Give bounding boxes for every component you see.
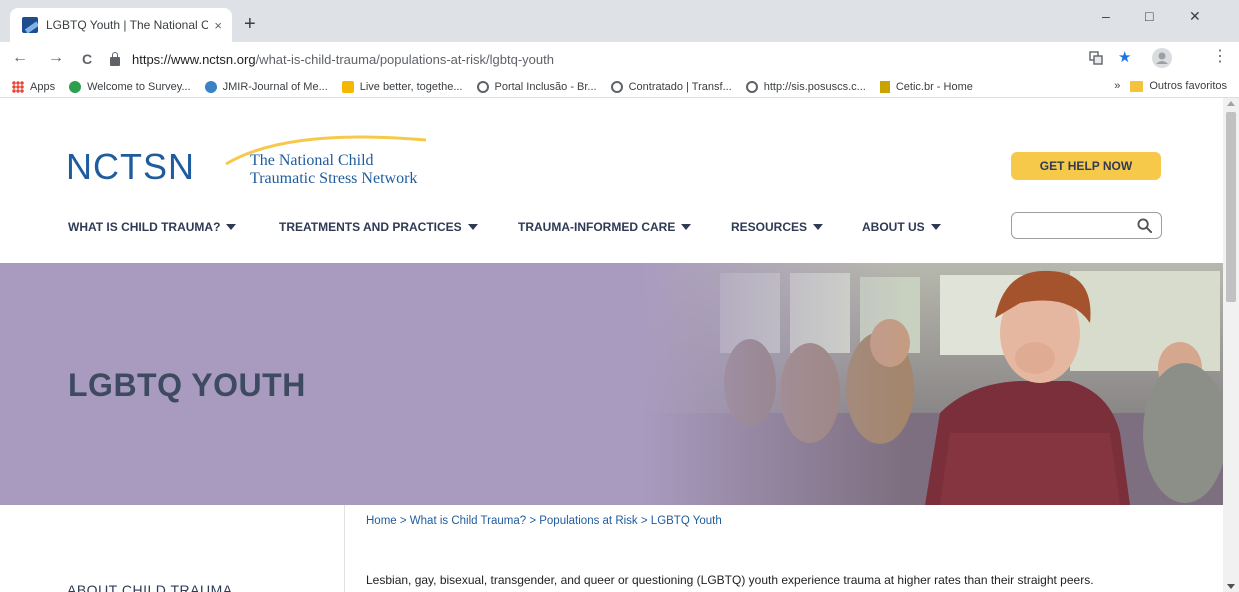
breadcrumb-populations-at-risk[interactable]: Populations at Risk [539,515,637,527]
profile-avatar[interactable] [1152,48,1172,70]
tab-close-icon[interactable]: × [214,18,222,33]
new-tab-button[interactable]: + [244,14,256,34]
nctsn-favicon-icon [22,17,38,33]
nav-about-us[interactable]: ABOUT US [862,220,941,234]
intro-paragraph: Lesbian, gay, bisexual, transgender, and… [366,573,1094,587]
globe-icon [745,80,758,93]
nav-label: TRAUMA-INFORMED CARE [518,220,676,234]
url-text: https://www.nctsn.org/what-is-child-trau… [132,52,554,67]
bookmark-label: Apps [30,80,56,93]
lock-icon [110,51,120,66]
breadcrumb-what-is-child-trauma[interactable]: What is Child Trauma? [410,515,526,527]
breadcrumb-separator: > [637,515,651,527]
bookmark-label: Live better, togethe... [359,80,463,93]
page-title: LGBTQ YOUTH [68,367,306,403]
hero-banner: LGBTQ YOUTH [0,263,1223,505]
globe-icon [476,80,489,93]
bookmark-survey[interactable]: Welcome to Survey... [69,80,191,93]
scroll-down-icon[interactable] [1227,584,1235,589]
bookmark-contratado[interactable]: Contratado | Transf... [610,80,732,93]
nav-label: RESOURCES [731,220,808,234]
breadcrumb-separator: > [526,515,540,527]
breadcrumb-separator: > [396,515,410,527]
scrollbar-thumb[interactable] [1226,112,1236,302]
translate-icon[interactable] [1089,51,1103,67]
logo-tagline: The National Child Traumatic Stress Netw… [250,152,417,188]
site-search [1011,212,1162,239]
bookmark-star-icon[interactable]: ★ [1118,50,1131,65]
bookmark-label: Welcome to Survey... [87,80,191,93]
logo-tagline-line2: Traumatic Stress Network [250,170,418,187]
bookmark-cetic[interactable]: Cetic.br - Home [879,80,973,93]
bookmark-icon [341,80,354,93]
bookmark-sis-posuscs[interactable]: http://sis.posuscs.c... [745,80,866,93]
nav-resources[interactable]: RESOURCES [731,220,824,234]
cetic-icon [879,80,890,93]
url-path: /what-is-child-trauma/populations-at-ris… [255,51,554,67]
nav-label: ABOUT US [862,220,925,234]
breadcrumb-current: LGBTQ Youth [650,515,722,527]
bookmark-label: JMIR-Journal of Me... [222,80,328,93]
search-input[interactable] [1012,213,1132,238]
scroll-up-icon[interactable] [1227,101,1235,106]
bookmark-label: Contratado | Transf... [628,80,732,93]
nav-label: TREATMENTS AND PRACTICES [279,220,462,234]
get-help-now-button[interactable]: GET HELP NOW [1011,152,1161,180]
nctsn-logo[interactable]: NCTSN The National Child Traumatic Stres… [66,135,446,198]
caret-down-icon [467,224,478,230]
web-page: NCTSN The National Child Traumatic Stres… [0,98,1223,592]
back-button[interactable]: ← [12,50,28,66]
nav-treatments-and-practices[interactable]: TREATMENTS AND PRACTICES [279,220,478,234]
other-bookmarks-folder[interactable]: Outros favoritos [1149,80,1227,92]
nav-trauma-informed-care[interactable]: TRAUMA-INFORMED CARE [518,220,692,234]
bookmarks-bar: Apps Welcome to Survey... JMIR-Journal o… [0,76,1239,98]
reload-button[interactable]: C [82,52,92,66]
browser-toolbar: ← → C https://www.nctsn.org/what-is-chil… [0,42,1239,76]
bookmark-jmir[interactable]: JMIR-Journal of Me... [204,80,328,93]
caret-down-icon [226,224,237,230]
address-bar[interactable]: https://www.nctsn.org/what-is-child-trau… [110,47,1080,71]
nav-label: WHAT IS CHILD TRAUMA? [68,220,221,234]
folder-icon [1130,80,1144,92]
logo-wordmark: NCTSN [66,146,195,187]
column-divider [344,505,345,592]
globe-icon [610,80,623,93]
breadcrumb: Home > What is Child Trauma? > Populatio… [366,515,722,527]
caret-down-icon [681,224,692,230]
bookmark-apps[interactable]: Apps [12,80,56,93]
hero-photo [640,263,1223,505]
close-window-button[interactable]: ✕ [1189,8,1201,25]
bookmark-portal-inclusao[interactable]: Portal Inclusão - Br... [476,80,597,93]
caret-down-icon [813,224,824,230]
jmir-icon [204,80,217,93]
url-host: https://www.nctsn.org [132,51,256,67]
page-scrollbar[interactable] [1223,98,1239,592]
bookmark-live-better[interactable]: Live better, togethe... [341,80,463,93]
browser-tab-strip: LGBTQ Youth | The National Child × + – □… [0,0,1239,42]
search-icon[interactable] [1137,218,1152,233]
minimize-button[interactable]: – [1102,8,1110,24]
apps-icon [12,80,24,93]
browser-menu-icon[interactable]: ⋮ [1212,49,1228,65]
forward-button[interactable]: → [48,50,64,66]
nav-what-is-child-trauma[interactable]: WHAT IS CHILD TRAUMA? [68,220,237,234]
bookmark-label: Cetic.br - Home [895,80,973,93]
browser-tab[interactable]: LGBTQ Youth | The National Child × [10,8,232,42]
caret-down-icon [930,224,941,230]
bookmark-label: http://sis.posuscs.c... [763,80,866,93]
tab-title: LGBTQ Youth | The National Child [46,18,209,32]
breadcrumb-home[interactable]: Home [366,515,397,527]
survey-icon [69,80,82,93]
bookmark-label: Portal Inclusão - Br... [494,80,597,93]
maximize-button[interactable]: □ [1145,8,1153,24]
logo-tagline-line1: The National Child [250,152,374,169]
sidebar-heading[interactable]: ABOUT CHILD TRAUMA [67,582,233,592]
bookmarks-overflow-button[interactable]: » [1114,80,1120,92]
